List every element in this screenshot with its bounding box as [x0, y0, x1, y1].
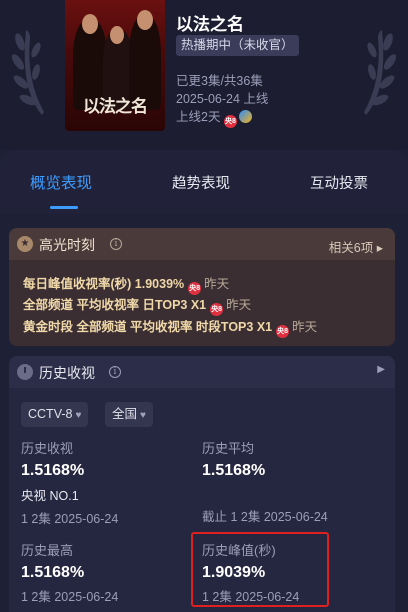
cctv8-logo-icon: 央8 — [210, 303, 224, 316]
star-badge-icon: ★ — [17, 236, 33, 252]
poster-face — [137, 10, 153, 30]
info-icon[interactable]: i — [109, 366, 121, 378]
poster-face — [82, 14, 98, 34]
highlights-title: 高光时刻 — [39, 237, 95, 253]
stat-label: 历史收视 — [21, 441, 74, 456]
tab-interactive-vote[interactable]: 互动投票 — [310, 172, 368, 193]
cctv8-logo-icon: 央8 — [223, 115, 237, 128]
region-filter[interactable]: 全国 ♥ — [105, 402, 153, 427]
status-badge: 热播期中（未收官） — [176, 35, 299, 56]
highlight-text: 每日峰值收视率(秒) 1.9039% — [23, 277, 185, 291]
stat-history-highest: 历史最高 1.5168% 1 2集 2025-06-24 — [21, 540, 118, 605]
highlight-item[interactable]: 黄金时段 全部频道 平均收视率 时段TOP3 X1 央8 昨天 — [23, 316, 317, 338]
episode-count: 已更3集/共36集 — [176, 74, 263, 88]
highlight-item[interactable]: 每日峰值收视率(秒) 1.9039% 央8 昨天 — [23, 273, 229, 295]
stat-history-average: 历史平均 1.5168% 截止 1 2集 2025-06-24 — [202, 438, 328, 525]
tab-overview[interactable]: 概览表现 — [30, 171, 92, 193]
stat-rank: 央视 NO.1 — [21, 489, 79, 503]
premiere-date: 2025-06-24 上线 — [176, 92, 269, 106]
stat-note: 1 2集 2025-06-24 — [21, 512, 119, 526]
poster-title-art: 以法之名 — [83, 97, 148, 117]
tab-bar: 概览表现 趋势表现 互动投票 — [0, 150, 408, 214]
dropdown-heart-icon: ♥ — [75, 410, 82, 421]
stat-note: 1 2集 2025-06-24 — [21, 590, 119, 604]
poster-face — [110, 26, 124, 44]
stat-label: 历史最高 — [21, 543, 74, 558]
highlight-text: 全部频道 平均收视率 日TOP3 X1 — [23, 298, 207, 312]
info-icon[interactable]: i — [110, 238, 122, 250]
dropdown-heart-icon: ♥ — [140, 410, 146, 421]
days-online: 上线2天 — [176, 110, 221, 124]
stat-value: 1.5168% — [21, 564, 85, 581]
highlight-when: 昨天 — [226, 298, 252, 312]
clock-icon — [17, 364, 33, 380]
streaming-platform-icon — [238, 110, 252, 123]
highlight-item[interactable]: 全部频道 平均收视率 日TOP3 X1 央8 昨天 — [23, 294, 251, 316]
history-header[interactable]: 历史收视 i ▶ — [9, 356, 395, 388]
show-poster[interactable]: 以法之名 — [65, 0, 165, 131]
stat-value: 1.5168% — [202, 462, 266, 479]
show-header: 以法之名 以法之名 热播期中（未收官） 已更3集/共36集 2025-06-24… — [0, 0, 408, 150]
show-title: 以法之名 — [176, 15, 244, 34]
stat-history-rating: 历史收视 1.5168% 央视 NO.1 1 2集 2025-06-24 — [21, 438, 118, 527]
laurel-left-icon — [12, 30, 44, 115]
active-tab-indicator — [50, 206, 78, 209]
tab-trend[interactable]: 趋势表现 — [172, 172, 230, 193]
chevron-right-icon[interactable]: ▶ — [377, 364, 385, 375]
history-title: 历史收视 — [39, 365, 95, 381]
highlight-when: 昨天 — [204, 277, 230, 291]
highlights-card: ★ 高光时刻 i 相关6项 ▸ 每日峰值收视率(秒) 1.9039% 央8 昨天 全… — [9, 228, 395, 346]
stat-note: 截止 1 2集 2025-06-24 — [202, 510, 328, 524]
laurel-right-icon — [364, 30, 396, 115]
highlight-text: 黄金时段 全部频道 平均收视率 时段TOP3 X1 — [23, 320, 273, 334]
related-items-link[interactable]: 相关6项 ▸ — [329, 237, 383, 256]
cctv8-logo-icon: 央8 — [276, 325, 290, 338]
channel-filter[interactable]: CCTV-8 ♥ — [21, 402, 89, 427]
highlight-when: 昨天 — [292, 320, 318, 334]
stat-label: 历史平均 — [202, 441, 255, 456]
region-filter-label: 全国 — [112, 407, 138, 421]
annotation-highlight-box — [191, 532, 329, 607]
stat-value: 1.5168% — [21, 462, 85, 479]
highlights-header: ★ 高光时刻 i 相关6项 ▸ — [9, 228, 395, 260]
channel-filter-label: CCTV-8 — [28, 407, 73, 421]
days-online-row: 上线2天 央8 — [176, 106, 252, 128]
